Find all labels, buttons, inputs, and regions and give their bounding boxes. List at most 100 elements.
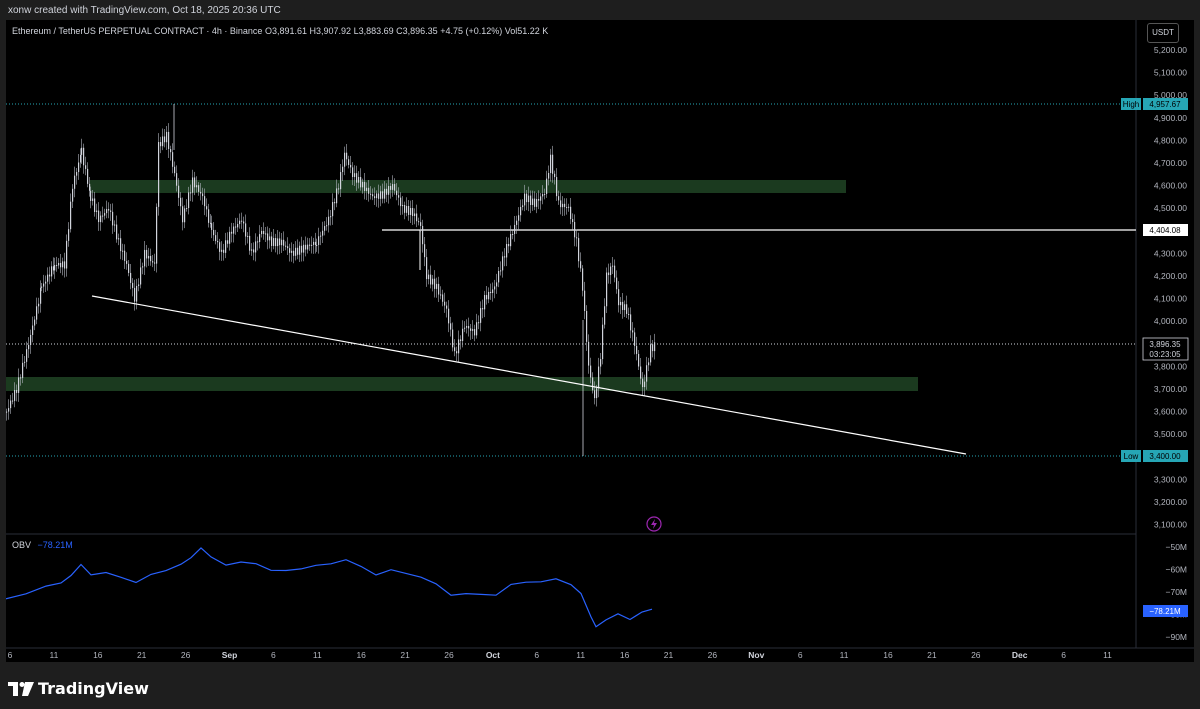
price-tick: 3,200.00 — [1154, 497, 1187, 507]
candle-body — [87, 168, 89, 184]
candle-body — [148, 255, 150, 259]
candle-body — [180, 197, 182, 207]
candle-body — [580, 261, 582, 269]
candle-body — [164, 136, 166, 143]
price-tick: 3,600.00 — [1154, 407, 1187, 417]
candle-body — [202, 193, 204, 197]
candle-body — [418, 221, 420, 223]
time-label: 6 — [534, 650, 539, 660]
candle-body — [124, 250, 126, 261]
high-badge-value: 4,957.67 — [1149, 100, 1181, 109]
candle-body — [636, 345, 638, 354]
candle-body — [572, 219, 574, 223]
candle-body — [265, 233, 267, 235]
candle-body — [219, 242, 221, 252]
candle-body — [243, 221, 245, 224]
time-label: Dec — [1012, 650, 1028, 660]
candle-body — [47, 274, 49, 282]
candle-body — [291, 250, 293, 253]
tradingview-logo[interactable]: TradingView — [8, 679, 149, 698]
candle-body — [70, 201, 72, 230]
candle-body — [464, 327, 466, 329]
obv-badge-value: −78.21M — [1149, 607, 1181, 616]
time-label: 26 — [181, 650, 191, 660]
chart-svg[interactable]: 5,200.005,100.005,000.004,900.004,800.00… — [5, 20, 1194, 662]
candle-body — [608, 272, 610, 276]
candle-body — [313, 241, 315, 245]
time-label: 6 — [271, 650, 276, 660]
candle-body — [392, 184, 394, 190]
obv-line[interactable] — [5, 547, 653, 628]
symbol-title[interactable]: Ethereum / TetherUS PERPETUAL CONTRACT ·… — [12, 26, 262, 36]
candle-body — [92, 198, 94, 201]
zone-upper[interactable] — [90, 180, 846, 193]
candles-group[interactable] — [6, 104, 656, 456]
candle-body — [344, 152, 346, 167]
candle-body — [18, 377, 20, 393]
candle-body — [12, 400, 14, 402]
candle-body — [283, 239, 285, 246]
price-tick: 4,100.00 — [1154, 294, 1187, 304]
candle-body — [239, 220, 241, 225]
candle-body — [492, 289, 494, 294]
candle-body — [408, 205, 410, 215]
candle-body — [568, 206, 570, 208]
candle-body — [40, 287, 42, 304]
candle-body — [245, 223, 247, 237]
symbol-info[interactable]: Ethereum / TetherUS PERPETUAL CONTRACT ·… — [12, 26, 548, 36]
candle-body — [482, 308, 484, 310]
open-value: O3,891.61 — [264, 26, 307, 36]
candle-body — [590, 365, 592, 378]
candle-body — [504, 256, 506, 258]
candle-body — [34, 319, 36, 326]
candle-body — [162, 136, 164, 147]
candle-body — [253, 249, 255, 253]
candle-body — [301, 245, 303, 253]
candle-body — [632, 330, 634, 333]
candle-body — [524, 193, 526, 206]
candle-body — [257, 241, 259, 243]
candle-body — [273, 238, 275, 246]
candle-body — [303, 244, 305, 253]
lightning-icon[interactable] — [646, 516, 662, 532]
obv-legend[interactable]: OBV −78.21M — [12, 540, 73, 550]
candle-body — [56, 265, 58, 267]
candle-body — [610, 266, 612, 276]
candle-body — [486, 295, 488, 300]
change-value: +4.75 (+0.12%) — [440, 26, 503, 36]
candle-body — [215, 235, 217, 242]
candle-body — [192, 177, 194, 193]
candle-body — [384, 188, 386, 199]
candle-body — [414, 213, 416, 217]
candle-body — [396, 190, 398, 196]
candle-body — [496, 282, 498, 287]
candle-body — [390, 186, 392, 190]
candle-body — [510, 234, 512, 247]
candle-body — [289, 248, 291, 253]
candle-body — [454, 347, 456, 352]
candle-body — [330, 216, 332, 218]
time-axis[interactable]: 6 11 16 21 26 Sep 6 11 16 21 26 Oct 6 11 16 21 26 Nov 6 11 1… — [8, 650, 1113, 660]
candle-body — [54, 265, 56, 271]
candle-body — [586, 310, 588, 342]
zone-lower[interactable] — [6, 377, 918, 391]
candle-body — [654, 342, 656, 352]
candle-body — [41, 286, 43, 288]
candle-body — [200, 191, 202, 194]
candle-body — [267, 233, 269, 241]
chart-area[interactable]: 5,200.00 5,100.00 5,000.00 4,900.00 4,800.00… — [5, 20, 1194, 662]
candle-body — [416, 213, 418, 222]
candle-body — [622, 301, 624, 311]
trendline[interactable] — [91, 295, 967, 455]
candle-body — [646, 365, 648, 382]
obv-axis[interactable]: −50M−60M−70M−80M−90M — [1166, 542, 1188, 642]
time-label: 11 — [576, 650, 585, 660]
created-by-text: xonw created with TradingView.com, Oct 1… — [8, 5, 281, 16]
candle-body — [350, 164, 352, 168]
candle-body — [225, 240, 227, 253]
candle-body — [43, 283, 45, 287]
candle-body — [78, 162, 80, 173]
currency-button[interactable]: USDT — [1147, 23, 1179, 43]
candle-body — [160, 142, 162, 147]
candle-body — [460, 339, 462, 341]
